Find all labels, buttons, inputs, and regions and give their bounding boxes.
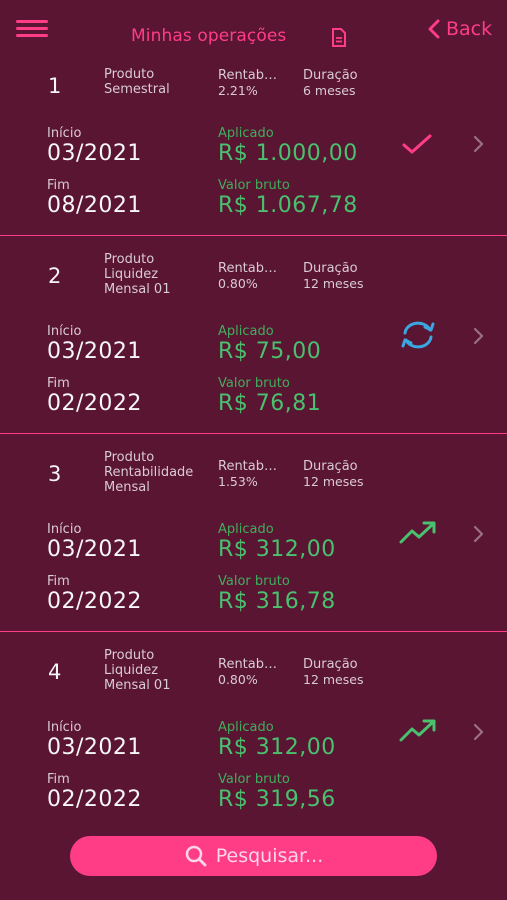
search-placeholder: Pesquisar... bbox=[215, 845, 324, 867]
gross-value: R$ 319,56 bbox=[218, 787, 336, 812]
gross-value: R$ 316,78 bbox=[218, 589, 336, 614]
duration-label: Duração bbox=[303, 657, 358, 672]
gross-value-label: Valor bruto bbox=[218, 376, 290, 391]
duration-label: Duração bbox=[303, 68, 358, 83]
rentability-value: 0.80% bbox=[218, 276, 258, 291]
end-date: 02/2022 bbox=[47, 391, 142, 416]
rentability-value: 1.53% bbox=[218, 474, 258, 489]
applied-label: Aplicado bbox=[218, 324, 274, 339]
hamburger-menu-icon[interactable] bbox=[16, 20, 48, 38]
end-date: 02/2022 bbox=[47, 589, 142, 614]
end-label: Fim bbox=[47, 574, 70, 589]
gross-value: R$ 1.067,78 bbox=[218, 193, 358, 218]
back-button[interactable]: Back bbox=[428, 16, 492, 42]
back-label: Back bbox=[446, 18, 493, 40]
applied-label: Aplicado bbox=[218, 720, 274, 735]
duration-value: 12 meses bbox=[303, 672, 364, 687]
applied-value: R$ 75,00 bbox=[218, 339, 322, 364]
applied-label: Aplicado bbox=[218, 126, 274, 141]
applied-value: R$ 312,00 bbox=[218, 537, 336, 562]
start-label: Início bbox=[47, 720, 82, 735]
trending-up-icon bbox=[399, 521, 436, 544]
sync-icon bbox=[401, 321, 435, 349]
gross-value: R$ 76,81 bbox=[218, 391, 322, 416]
operation-card[interactable]: 4 Produto Liquidez Mensal 01 Rentab… 0.8… bbox=[0, 632, 507, 829]
product-label: Produto bbox=[104, 252, 155, 267]
rentability-value: 0.80% bbox=[218, 672, 258, 687]
rentability-label: Rentab… bbox=[218, 261, 278, 276]
chevron-left-icon bbox=[428, 19, 440, 39]
page-title: Minhas operações bbox=[131, 26, 287, 46]
chevron-right-icon[interactable] bbox=[472, 525, 484, 543]
product-label: Produto bbox=[104, 67, 155, 82]
start-date: 03/2021 bbox=[47, 339, 142, 364]
product-name: Liquidez Mensal 01 bbox=[104, 663, 171, 693]
gross-value-label: Valor bruto bbox=[218, 574, 290, 589]
app-header: Minhas operações Back bbox=[0, 0, 507, 62]
end-label: Fim bbox=[47, 376, 70, 391]
chevron-right-icon[interactable] bbox=[472, 723, 484, 741]
product-name: Semestral bbox=[104, 82, 170, 97]
operation-card[interactable]: 3 Produto Rentabilidade Mensal Rentab… 1… bbox=[0, 434, 507, 632]
duration-label: Duração bbox=[303, 261, 358, 276]
applied-value: R$ 1.000,00 bbox=[218, 141, 358, 166]
applied-label: Aplicado bbox=[218, 522, 274, 537]
product-label: Produto bbox=[104, 450, 155, 465]
duration-value: 6 meses bbox=[303, 83, 356, 98]
applied-value: R$ 312,00 bbox=[218, 735, 336, 760]
start-label: Início bbox=[47, 126, 82, 141]
duration-value: 12 meses bbox=[303, 474, 364, 489]
chevron-right-icon[interactable] bbox=[472, 135, 484, 153]
operation-index: 3 bbox=[48, 462, 62, 486]
chevron-right-icon[interactable] bbox=[472, 327, 484, 345]
end-date: 02/2022 bbox=[47, 787, 142, 812]
duration-label: Duração bbox=[303, 459, 358, 474]
duration-value: 12 meses bbox=[303, 276, 364, 291]
operation-index: 1 bbox=[48, 74, 62, 98]
end-label: Fim bbox=[47, 772, 70, 787]
start-date: 03/2021 bbox=[47, 141, 142, 166]
check-icon bbox=[402, 134, 432, 154]
end-date: 08/2021 bbox=[47, 193, 142, 218]
operation-index: 2 bbox=[48, 264, 62, 288]
search-icon bbox=[185, 845, 207, 867]
trending-up-icon bbox=[399, 719, 436, 742]
operation-card[interactable]: 2 Produto Liquidez Mensal 01 Rentab… 0.8… bbox=[0, 236, 507, 434]
search-button[interactable]: Pesquisar... bbox=[70, 836, 437, 876]
rentability-value: 2.21% bbox=[218, 83, 258, 98]
product-name: Liquidez Mensal 01 bbox=[104, 267, 171, 297]
rentability-label: Rentab… bbox=[218, 68, 278, 83]
rentability-label: Rentab… bbox=[218, 459, 278, 474]
document-icon[interactable] bbox=[331, 28, 347, 47]
start-date: 03/2021 bbox=[47, 537, 142, 562]
start-label: Início bbox=[47, 522, 82, 537]
start-date: 03/2021 bbox=[47, 735, 142, 760]
product-name: Rentabilidade Mensal bbox=[104, 465, 194, 495]
end-label: Fim bbox=[47, 178, 70, 193]
gross-value-label: Valor bruto bbox=[218, 772, 290, 787]
start-label: Início bbox=[47, 324, 82, 339]
rentability-label: Rentab… bbox=[218, 657, 278, 672]
operation-index: 4 bbox=[48, 660, 62, 684]
product-label: Produto bbox=[104, 648, 155, 663]
gross-value-label: Valor bruto bbox=[218, 178, 290, 193]
operation-card[interactable]: 1 Produto Semestral Rentab… 2.21% Duraçã… bbox=[0, 62, 507, 236]
